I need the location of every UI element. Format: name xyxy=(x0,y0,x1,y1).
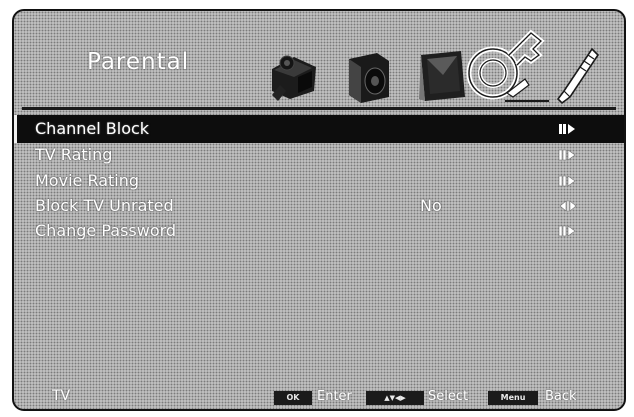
menu-item-block-tv-unrated[interactable]: Block TV Unrated No xyxy=(14,196,624,215)
speaker-icon[interactable] xyxy=(339,49,394,104)
header-divider xyxy=(22,107,616,110)
menu-item-label: Block TV Unrated xyxy=(35,196,174,215)
menu-item-change-password[interactable]: Change Password xyxy=(14,221,624,240)
arrow-right-icon xyxy=(558,175,576,187)
menu-header: Parental xyxy=(14,11,624,107)
menu-item-value: No xyxy=(420,196,442,215)
menu-item-label: Channel Block xyxy=(35,119,150,138)
arrow-right-icon xyxy=(558,149,576,161)
menu-item-label: TV Rating xyxy=(35,145,113,164)
footer-hint-bar: TV OK Enter ▲▼◀▶ Select Menu Back xyxy=(14,387,624,409)
menu-item-label: Change Password xyxy=(35,221,177,240)
menu-item-label: Movie Rating xyxy=(35,171,140,190)
wrench-icon[interactable] xyxy=(554,45,600,107)
menu-item-channel-block[interactable]: Channel Block xyxy=(14,115,624,143)
tab-icons xyxy=(264,25,604,105)
arrow-right-icon xyxy=(558,225,576,237)
select-hint-label: Select xyxy=(428,389,469,404)
menu-item-tv-rating[interactable]: TV Rating xyxy=(14,145,624,164)
menu-button[interactable]: Menu xyxy=(488,391,538,405)
nav-arrows-button[interactable]: ▲▼◀▶ xyxy=(366,391,424,405)
page-title: Parental xyxy=(87,49,190,75)
back-hint-label: Back xyxy=(545,389,577,404)
osd-menu-frame: Parental Channel Block TV Rating Movie R… xyxy=(12,9,626,411)
menu-item-movie-rating[interactable]: Movie Rating xyxy=(14,171,624,190)
key-icon[interactable] xyxy=(459,25,554,107)
arrow-left-right-icon[interactable] xyxy=(558,199,578,213)
ok-hint-label: Enter xyxy=(317,389,352,404)
camera-icon[interactable] xyxy=(264,47,324,102)
input-source-label: TV xyxy=(52,388,71,404)
arrow-right-icon xyxy=(559,124,575,134)
ok-button[interactable]: OK xyxy=(274,391,312,405)
parental-menu-list: Channel Block TV Rating Movie Rating Blo… xyxy=(14,115,624,240)
